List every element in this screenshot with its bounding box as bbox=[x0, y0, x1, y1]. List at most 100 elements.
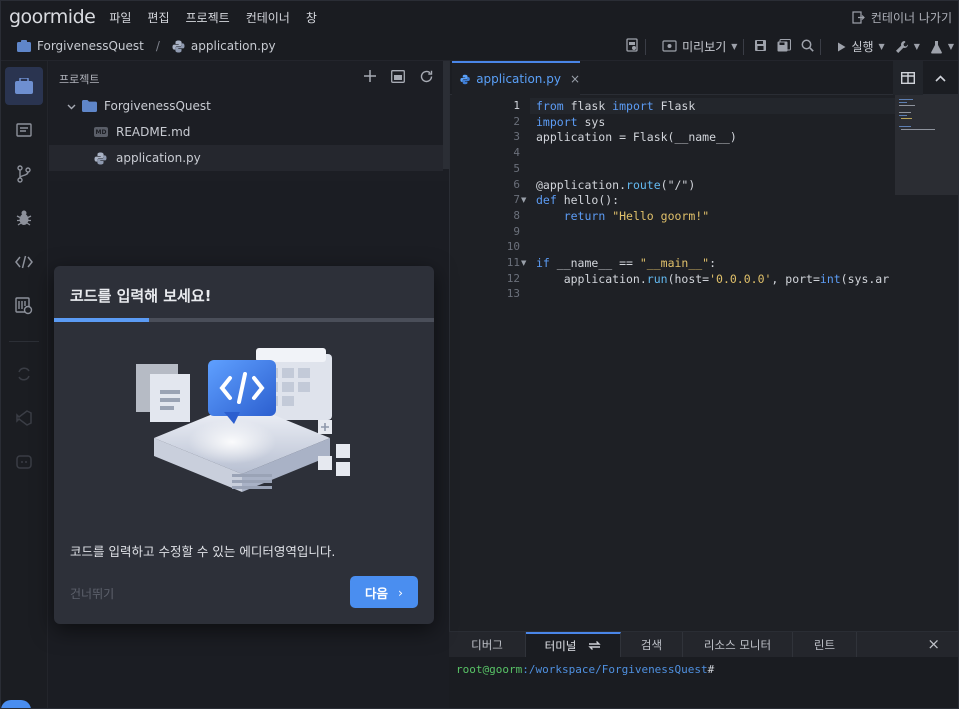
panel-tabs: 디버그 터미널 검색 리소스 모니터 린트 × bbox=[449, 632, 958, 657]
line-number: 6 bbox=[513, 177, 520, 191]
menu-window[interactable]: 창 bbox=[306, 9, 317, 26]
refresh-icon[interactable] bbox=[419, 69, 433, 83]
activity-divider bbox=[9, 341, 39, 342]
code-editor-illustration-icon bbox=[136, 348, 350, 492]
tour-progress-fill bbox=[54, 318, 149, 322]
next-step-button[interactable]: 다음 › bbox=[350, 576, 418, 608]
fold-toggle-icon[interactable]: ▼ bbox=[521, 259, 526, 267]
save-icon[interactable] bbox=[754, 39, 767, 55]
help-chat-button[interactable] bbox=[1, 700, 31, 708]
tree-file-application[interactable]: application.py bbox=[49, 145, 443, 171]
tab-label: application.py bbox=[476, 72, 561, 86]
menu-container[interactable]: 컨테이너 bbox=[246, 9, 290, 26]
tab-resource-monitor[interactable]: 리소스 모니터 bbox=[683, 632, 793, 657]
code-line: from flask import Flask bbox=[536, 99, 696, 113]
debug-bug-icon[interactable] bbox=[5, 199, 43, 237]
dialog-description: 코드를 입력하고 수정할 수 있는 에디터영역입니다. bbox=[70, 544, 336, 559]
toolbar: ForgivenessQuest / application.py 미리보기 ▼… bbox=[1, 33, 958, 61]
tree-folder-forgivenessquest[interactable]: ForgivenessQuest bbox=[49, 93, 443, 119]
menu-file[interactable]: 파일 bbox=[109, 9, 131, 26]
tab-application-py[interactable]: application.py × bbox=[452, 61, 580, 95]
toolbar-actions: 미리보기 ▼ 실행 ▼ ▼ ▼ bbox=[625, 38, 954, 55]
database-settings-icon[interactable] bbox=[5, 287, 43, 325]
run-dropdown[interactable]: 실행 ▼ bbox=[837, 38, 885, 55]
run-label: 실행 bbox=[851, 40, 874, 54]
menu-edit[interactable]: 편집 bbox=[147, 9, 169, 26]
tree-label: README.md bbox=[116, 125, 191, 139]
breadcrumb-file[interactable]: application.py bbox=[191, 39, 276, 53]
tab-debug[interactable]: 디버그 bbox=[449, 632, 526, 657]
ide-window: goormide 파일 편집 프로젝트 컨테이너 창 컨테이너 나가기 Forg… bbox=[0, 0, 959, 709]
editor-tabs: application.py × bbox=[450, 61, 958, 95]
ai-assistant-icon[interactable] bbox=[5, 443, 43, 481]
preview-icon bbox=[662, 40, 677, 52]
python-icon bbox=[460, 74, 470, 84]
explorer-header: 프로젝트 bbox=[49, 61, 443, 93]
skip-tour-link[interactable]: 건너뛰기 bbox=[70, 585, 114, 602]
line-number: 7 bbox=[513, 193, 520, 207]
exit-container-button[interactable]: 컨테이너 나가기 bbox=[852, 9, 952, 26]
folder-icon bbox=[82, 100, 97, 112]
tab-search[interactable]: 검색 bbox=[621, 632, 683, 657]
collapse-all-icon[interactable] bbox=[391, 69, 405, 83]
save-all-icon[interactable] bbox=[777, 38, 792, 55]
git-branch-icon[interactable] bbox=[5, 155, 43, 193]
outline-icon[interactable] bbox=[5, 111, 43, 149]
search-icon[interactable] bbox=[801, 39, 815, 55]
terminal-output[interactable]: root@goorm:/workspace/ForgivenessQuest# bbox=[456, 663, 714, 676]
preview-dropdown[interactable]: 미리보기 ▼ bbox=[662, 38, 737, 55]
line-number: 3 bbox=[513, 130, 520, 144]
minimap-line bbox=[899, 115, 907, 116]
chevron-right-icon: › bbox=[398, 584, 403, 600]
terminal-user: root@goorm bbox=[456, 663, 523, 676]
close-icon[interactable]: × bbox=[570, 72, 580, 86]
tree-file-readme[interactable]: MD README.md bbox=[49, 119, 443, 145]
project-explorer-icon[interactable] bbox=[5, 67, 43, 105]
minimap[interactable] bbox=[895, 95, 958, 195]
tab-terminal[interactable]: 터미널 bbox=[526, 632, 621, 657]
sync-icon bbox=[588, 641, 602, 650]
tab-lint[interactable]: 린트 bbox=[793, 632, 857, 657]
breadcrumb-separator: / bbox=[155, 39, 160, 53]
menu-project[interactable]: 프로젝트 bbox=[186, 9, 230, 26]
tree-label: ForgivenessQuest bbox=[104, 99, 211, 113]
goormide-logo[interactable]: goormide bbox=[9, 6, 96, 28]
code-line: import sys bbox=[536, 114, 606, 129]
play-icon bbox=[838, 42, 846, 51]
fold-toggle-icon[interactable]: ▼ bbox=[521, 196, 526, 204]
line-number: 10 bbox=[506, 240, 520, 254]
add-icon[interactable] bbox=[363, 69, 377, 83]
exit-icon bbox=[852, 11, 865, 24]
line-number: 11 bbox=[506, 256, 520, 269]
test-dropdown[interactable]: ▼ bbox=[930, 40, 954, 54]
minimap-line bbox=[899, 105, 915, 106]
minimap-line bbox=[899, 126, 911, 127]
terminal-path: :/workspace/ForgivenessQuest bbox=[522, 663, 708, 676]
line-number: 5 bbox=[513, 161, 520, 175]
code-line: application.run(host='0.0.0.0', port=int… bbox=[536, 271, 890, 286]
markdown-icon: MD bbox=[94, 127, 108, 137]
minimap-line bbox=[901, 118, 912, 119]
chevron-down-icon: ▼ bbox=[878, 42, 885, 51]
editor-scrollbar[interactable] bbox=[895, 195, 958, 631]
python-icon bbox=[94, 152, 107, 164]
close-panel-icon[interactable]: × bbox=[927, 635, 940, 653]
tree-label: application.py bbox=[116, 151, 201, 165]
build-icon[interactable] bbox=[625, 38, 639, 55]
code-area[interactable]: from flask import Flask import sys applica… bbox=[536, 95, 896, 631]
minimap-line bbox=[899, 99, 913, 100]
minimap-line bbox=[899, 112, 911, 113]
chevron-down-icon bbox=[67, 99, 76, 113]
minimap-line bbox=[899, 102, 907, 103]
chevron-down-icon: ▼ bbox=[731, 42, 738, 51]
vscode-icon[interactable] bbox=[5, 399, 43, 437]
chevron-up-icon[interactable] bbox=[925, 61, 955, 95]
code-icon[interactable] bbox=[5, 243, 43, 281]
menubar: goormide 파일 편집 프로젝트 컨테이너 창 컨테이너 나가기 bbox=[1, 1, 958, 33]
wrench-icon bbox=[895, 40, 908, 53]
sync-icon[interactable] bbox=[5, 355, 43, 393]
breadcrumb-project[interactable]: ForgivenessQuest bbox=[37, 39, 144, 53]
split-editor-icon[interactable] bbox=[893, 61, 923, 95]
code-line: return "Hello goorm!" bbox=[563, 208, 710, 223]
tools-dropdown[interactable]: ▼ bbox=[895, 40, 920, 54]
